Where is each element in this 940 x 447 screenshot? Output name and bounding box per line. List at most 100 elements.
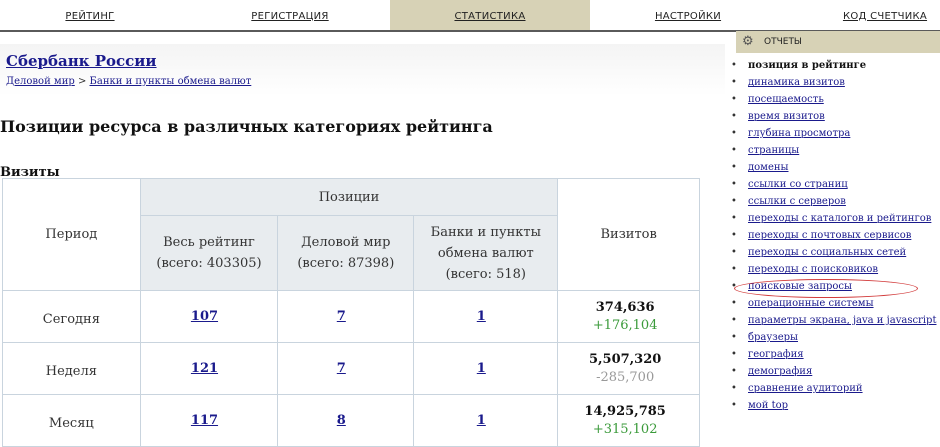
site-title-link[interactable]: Сбербанк России: [6, 52, 157, 70]
report-item-link[interactable]: посещаемость: [748, 94, 824, 105]
visits-total: 14,925,785: [584, 403, 666, 419]
tab-settings[interactable]: НАСТРОЙКИ: [640, 0, 736, 30]
cell-business: 7: [277, 342, 415, 395]
report-item-link[interactable]: глубина просмотра: [748, 128, 850, 139]
rank-link[interactable]: 8: [337, 413, 346, 428]
breadcrumb-separator: >: [74, 76, 90, 87]
breadcrumb: Деловой мир > Банки и пункты обмена валю…: [6, 76, 251, 87]
tab-rating[interactable]: РЕЙТИНГ: [30, 0, 150, 30]
reports-panel-title: ОТЧЕТЫ: [764, 37, 802, 47]
report-item[interactable]: глубина просмотра: [731, 125, 940, 142]
table-row: Сегодня 107 7 1 374,636 +176,104: [2, 290, 700, 343]
report-item[interactable]: параметры экрана, java и javascript: [731, 312, 940, 329]
report-item-link[interactable]: параметры экрана, java и javascript: [748, 315, 936, 326]
report-item-label: позиция в рейтинге: [748, 60, 867, 71]
cell-banks: 1: [413, 342, 559, 395]
rank-link[interactable]: 7: [337, 361, 346, 376]
report-item[interactable]: мой top: [731, 397, 940, 414]
cell-period: Неделя: [2, 342, 141, 395]
rank-link[interactable]: 121: [191, 361, 218, 376]
highlight-oval: [734, 279, 918, 298]
business-label: Деловой мир: [301, 235, 391, 250]
cell-all-rating: 107: [139, 290, 279, 343]
report-item[interactable]: переходы с социальных сетей: [731, 244, 940, 261]
report-item: позиция в рейтинге: [731, 57, 940, 74]
report-item-link[interactable]: домены: [748, 162, 789, 173]
report-item-link[interactable]: переходы с социальных сетей: [748, 247, 906, 258]
rank-link[interactable]: 1: [477, 309, 486, 324]
reports-panel-header: ⚙ ОТЧЕТЫ: [736, 31, 940, 53]
cell-period: Сегодня: [2, 290, 141, 343]
report-item[interactable]: домены: [731, 159, 940, 176]
column-header-period: Период: [2, 178, 141, 291]
report-item[interactable]: переходы с почтовых сервисов: [731, 227, 940, 244]
breadcrumb-item-business[interactable]: Деловой мир: [6, 76, 75, 87]
report-item[interactable]: демография: [731, 363, 940, 380]
report-item[interactable]: страницы: [731, 142, 940, 159]
table-row: Неделя 121 7 1 5,507,320 -285,700: [2, 342, 700, 395]
cell-banks: 1: [413, 290, 559, 343]
rank-link[interactable]: 107: [191, 309, 218, 324]
all-rating-label: Весь рейтинг: [163, 235, 255, 250]
cell-business: 7: [277, 290, 415, 343]
visits-delta: +176,104: [592, 317, 658, 333]
table-row: Месяц 117 8 1 14,925,785 +315,102: [2, 394, 700, 447]
reports-list: позиция в рейтинге динамика визитов посеща…: [731, 57, 940, 414]
report-item-link[interactable]: время визитов: [748, 111, 825, 122]
breadcrumb-item-banks[interactable]: Банки и пункты обмена валют: [90, 76, 252, 87]
cell-all-rating: 121: [139, 342, 279, 395]
all-rating-total: (всего: 403305): [156, 256, 262, 271]
visits-total: 374,636: [595, 299, 655, 315]
report-item-link[interactable]: мой top: [748, 400, 788, 411]
cell-banks: 1: [413, 394, 559, 447]
cell-all-rating: 117: [139, 394, 279, 447]
visits-total: 5,507,320: [588, 351, 662, 367]
top-navigation: РЕЙТИНГ РЕГИСТРАЦИЯ СТАТИСТИКА НАСТРОЙКИ…: [0, 0, 940, 32]
report-item-link[interactable]: переходы с поисковиков: [748, 264, 878, 275]
report-item[interactable]: переходы с каталогов и рейтингов: [731, 210, 940, 227]
report-item-link[interactable]: переходы с каталогов и рейтингов: [748, 213, 931, 224]
report-item[interactable]: ссылки со страниц: [731, 176, 940, 193]
report-item-link[interactable]: операционные системы: [748, 298, 874, 309]
report-item[interactable]: ссылки с серверов: [731, 193, 940, 210]
report-item[interactable]: динамика визитов: [731, 74, 940, 91]
report-item-link[interactable]: переходы с почтовых сервисов: [748, 230, 911, 241]
report-item[interactable]: география: [731, 346, 940, 363]
report-item[interactable]: переходы с поисковиков: [731, 261, 940, 278]
report-item-link[interactable]: страницы: [748, 145, 799, 156]
business-total: (всего: 87398): [297, 256, 395, 271]
report-item-link[interactable]: сравнение аудиторий: [748, 383, 863, 394]
rank-link[interactable]: 1: [477, 413, 486, 428]
cell-visits: 14,925,785 +315,102: [557, 394, 700, 447]
report-item[interactable]: сравнение аудиторий: [731, 380, 940, 397]
column-header-all-rating: Весь рейтинг (всего: 403305): [139, 215, 279, 291]
column-header-banks: Банки и пункты обмена валют (всего: 518): [413, 215, 559, 291]
cell-period: Месяц: [2, 394, 141, 447]
column-header-positions: Позиции: [139, 178, 559, 216]
report-item-link[interactable]: динамика визитов: [748, 77, 845, 88]
report-item-link[interactable]: ссылки с серверов: [748, 196, 846, 207]
report-item-link[interactable]: браузеры: [748, 332, 798, 343]
rank-link[interactable]: 117: [191, 413, 218, 428]
tab-statistics[interactable]: СТАТИСТИКА: [390, 0, 590, 30]
report-item[interactable]: браузеры: [731, 329, 940, 346]
gear-icon: ⚙: [742, 34, 754, 49]
column-header-business: Деловой мир (всего: 87398): [277, 215, 415, 291]
visits-delta: -285,700: [596, 369, 655, 385]
report-item-link[interactable]: ссылки со страниц: [748, 179, 848, 190]
tab-counter-code[interactable]: КОД СЧЕТЧИКА: [830, 0, 940, 30]
report-item[interactable]: посещаемость: [731, 91, 940, 108]
cell-business: 8: [277, 394, 415, 447]
tab-registration[interactable]: РЕГИСТРАЦИЯ: [230, 0, 350, 30]
cell-visits: 374,636 +176,104: [557, 290, 700, 343]
rank-link[interactable]: 7: [337, 309, 346, 324]
report-item-link[interactable]: демография: [748, 366, 812, 377]
column-header-visits: Визитов: [557, 178, 700, 291]
rank-link[interactable]: 1: [477, 361, 486, 376]
cell-visits: 5,507,320 -285,700: [557, 342, 700, 395]
report-item[interactable]: время визитов: [731, 108, 940, 125]
report-item-link[interactable]: география: [748, 349, 804, 360]
banks-label: Банки и пункты обмена валют: [430, 224, 541, 261]
banks-total: (всего: 518): [445, 266, 527, 282]
page-title: Позиции ресурса в различных категориях р…: [0, 117, 493, 136]
